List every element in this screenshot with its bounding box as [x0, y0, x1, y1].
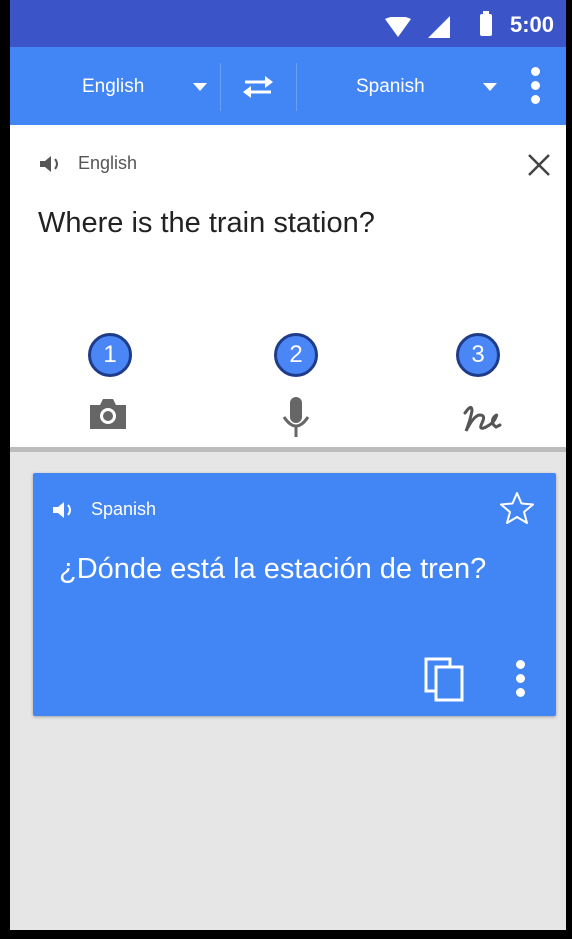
more-vert-icon: [531, 67, 540, 76]
source-language-header: English: [40, 153, 137, 174]
wifi-icon: [385, 17, 411, 37]
callout-badge: 3: [456, 333, 500, 377]
chevron-down-icon: [483, 83, 497, 91]
star-icon[interactable]: [499, 491, 535, 525]
speaker-icon[interactable]: [40, 155, 64, 173]
battery-icon: [480, 11, 492, 36]
swap-icon: [243, 76, 273, 98]
overflow-menu-button[interactable]: [515, 61, 555, 111]
callout-badge: 2: [274, 333, 318, 377]
translated-text: ¿Dónde está la estación de tren?: [59, 553, 487, 585]
source-language-name: English: [78, 153, 138, 173]
translation-result-card[interactable]: Spanish ¿Dónde está la estación de tren?: [33, 473, 556, 716]
camera-icon: [90, 399, 126, 429]
target-language-selector[interactable]: Spanish: [296, 47, 506, 125]
swap-languages-button[interactable]: [220, 47, 295, 125]
target-language-name: Spanish: [91, 499, 157, 519]
result-more-button[interactable]: [511, 658, 531, 702]
source-language-selector[interactable]: English: [10, 47, 220, 125]
signal-icon: [428, 16, 450, 38]
status-time: 5:00: [510, 12, 555, 37]
mic-icon: [282, 397, 310, 437]
status-bar: 5:00: [10, 0, 566, 47]
language-toolbar: English Spanish: [10, 47, 566, 125]
section-divider: [10, 447, 566, 452]
phone-frame: 5:00 English Spanish English Where is th…: [0, 0, 572, 939]
copy-icon[interactable]: [423, 656, 465, 702]
source-language-label: English: [82, 76, 145, 97]
source-text[interactable]: Where is the train station?: [38, 207, 375, 240]
more-vert-icon: [516, 660, 525, 669]
close-icon[interactable]: [526, 152, 552, 178]
handwriting-icon: [463, 406, 502, 432]
callout-badge: 1: [88, 333, 132, 377]
target-language-header: Spanish: [53, 499, 156, 520]
target-language-label: Spanish: [356, 76, 425, 97]
app-screen: 5:00 English Spanish English Where is th…: [10, 0, 566, 930]
input-card: English Where is the train station? 1 2 …: [10, 125, 566, 447]
chevron-down-icon: [193, 83, 207, 91]
speaker-icon[interactable]: [53, 501, 77, 519]
